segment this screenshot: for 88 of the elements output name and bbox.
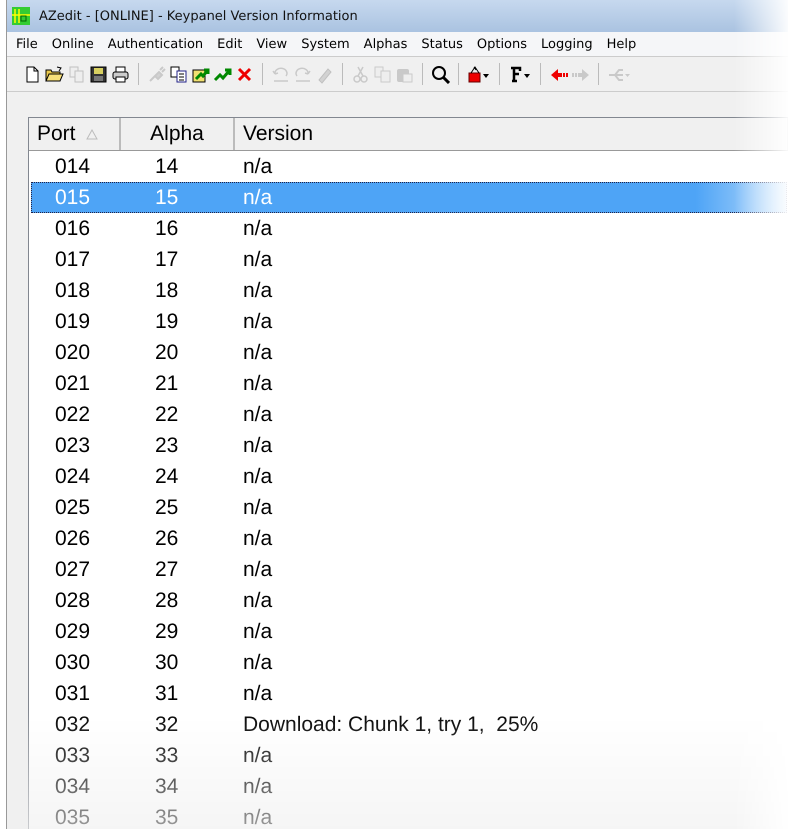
port-cell-text: 019: [54, 310, 92, 334]
version-cell-text: n/a: [242, 186, 274, 210]
menu-item[interactable]: System: [294, 34, 357, 54]
menu-item[interactable]: Status: [414, 34, 470, 54]
alpha-cell-text: 20: [154, 340, 180, 364]
alpha-cell-text: 28: [154, 588, 180, 612]
alpha-cell-text: 25: [154, 496, 180, 520]
menu-item[interactable]: Options: [470, 34, 534, 54]
port-cell-text: 020: [54, 340, 92, 364]
port-cell-text: 031: [54, 682, 92, 706]
alpha-cell-text: 30: [154, 650, 180, 674]
alpha-cell-text: 33: [154, 744, 180, 768]
port-cell-text: 027: [54, 558, 92, 582]
version-cell-text: n/a: [242, 154, 274, 178]
version-cell-text: n/a: [242, 774, 274, 798]
alpha-cell-text: 19: [154, 310, 180, 334]
port-cell-text: 017: [54, 248, 92, 272]
menu-item[interactable]: Alphas: [356, 34, 414, 54]
alpha-cell-text: 34: [154, 774, 180, 798]
menu-item[interactable]: Logging: [534, 34, 600, 54]
port-cell-text: 025: [54, 496, 92, 520]
version-cell-text: n/a: [242, 650, 274, 674]
app-icon: [11, 6, 31, 26]
alpha-cell-text: 22: [154, 402, 180, 426]
column-header[interactable]: Port: [29, 118, 121, 150]
toolbox-dropdown-icon[interactable]: [467, 64, 491, 84]
version-cell-text: n/a: [242, 682, 274, 706]
alpha-cell-text: 18: [154, 278, 180, 302]
column-header[interactable]: Alpha: [121, 118, 235, 150]
printer-icon[interactable]: [111, 64, 130, 84]
open-folder-icon[interactable]: [45, 64, 64, 84]
version-cell-text: n/a: [242, 464, 274, 488]
alpha-cell-text: 23: [154, 434, 180, 458]
port-cell-text: 026: [54, 526, 92, 550]
version-cell-text: n/a: [242, 248, 274, 272]
alpha-cell-text: 31: [154, 682, 180, 706]
menu-item[interactable]: Help: [600, 34, 644, 54]
version-cell-text: n/a: [242, 216, 274, 240]
port-cell-text: 014: [54, 154, 92, 178]
alpha-cell-text: 24: [154, 464, 180, 488]
alpha-cell-text: 15: [154, 186, 180, 210]
port-cell-text: 018: [54, 278, 92, 302]
version-cell-text: n/a: [242, 372, 274, 396]
version-cell-text: n/a: [242, 434, 274, 458]
version-cell-text: n/a: [242, 402, 274, 426]
version-cell-text: n/a: [242, 310, 274, 334]
port-cell-text: 015: [54, 186, 92, 210]
port-cell-text: 035: [54, 806, 92, 829]
port-cell-text: 032: [54, 712, 92, 736]
alpha-cell-text: 16: [154, 216, 180, 240]
alpha-cell-text: 27: [154, 558, 180, 582]
menu-item[interactable]: Authentication: [100, 34, 210, 54]
version-cell-text: Download: Chunk 1, try 1, 25%: [242, 712, 540, 736]
port-cell-text: 022: [54, 402, 92, 426]
menu-item[interactable]: Edit: [210, 34, 250, 54]
version-cell-text: n/a: [242, 806, 274, 829]
port-cell-text: 024: [54, 464, 92, 488]
port-cell-text: 029: [54, 620, 92, 644]
font-dropdown-icon[interactable]: [508, 64, 532, 84]
copy-document-icon[interactable]: [169, 64, 188, 84]
version-cell-text: n/a: [242, 496, 274, 520]
alpha-cell-text: 14: [154, 154, 180, 178]
menu-item[interactable]: View: [249, 34, 294, 54]
alpha-cell-text: 35: [154, 806, 180, 829]
column-header[interactable]: Version: [235, 118, 788, 150]
version-cell-text: n/a: [242, 340, 274, 364]
alpha-cell-text: 29: [154, 620, 180, 644]
version-cell-text: n/a: [242, 526, 274, 550]
alpha-cell-text: 26: [154, 526, 180, 550]
port-cell-text: 034: [54, 774, 92, 798]
menu-item[interactable]: File: [9, 34, 45, 54]
window-title: AZedit - [ONLINE] - Keypanel Version Information: [39, 8, 358, 24]
port-cell-text: 023: [54, 434, 92, 458]
alpha-cell-text: 17: [154, 248, 180, 272]
port-cell-text: 030: [54, 650, 92, 674]
port-cell-text: 028: [54, 588, 92, 612]
search-icon[interactable]: [431, 64, 450, 84]
version-cell-text: n/a: [242, 558, 274, 582]
version-cell-text: n/a: [242, 278, 274, 302]
version-cell-text: n/a: [242, 588, 274, 612]
version-cell-text: n/a: [242, 620, 274, 644]
version-cell-text: n/a: [242, 744, 274, 768]
menu-item[interactable]: Online: [44, 34, 101, 54]
alpha-cell-text: 21: [154, 372, 180, 396]
alpha-cell-text: 32: [154, 712, 180, 736]
port-cell-text: 021: [54, 372, 92, 396]
port-cell-text: 016: [54, 216, 92, 240]
port-cell-text: 033: [54, 744, 92, 768]
